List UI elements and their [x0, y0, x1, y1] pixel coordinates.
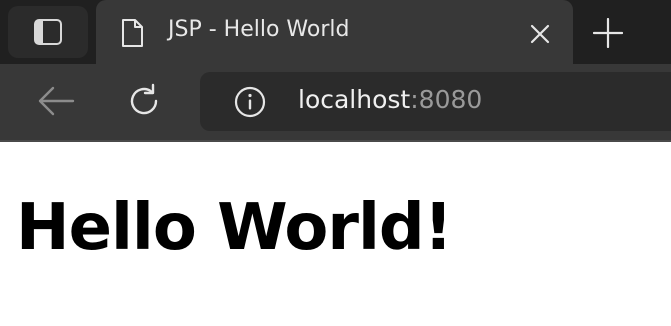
tab-actions-button[interactable] — [8, 6, 88, 58]
url-host: localhost — [298, 85, 411, 114]
page-icon — [122, 19, 143, 47]
new-tab-button[interactable] — [590, 15, 626, 51]
browser-window: JSP - Hello World localhost:8080 Hello W… — [0, 0, 671, 326]
refresh-icon — [130, 83, 158, 115]
tab-title: JSP - Hello World — [168, 17, 350, 42]
info-icon[interactable] — [234, 86, 266, 118]
tab-strip: JSP - Hello World — [0, 0, 671, 64]
tab-close-button[interactable] — [526, 20, 554, 48]
address-bar[interactable]: localhost:8080 — [200, 72, 671, 131]
page-heading: Hello World! — [16, 191, 453, 265]
refresh-button[interactable] — [122, 79, 166, 123]
tab-actions-icon — [34, 19, 62, 45]
close-icon — [530, 24, 550, 44]
back-button[interactable] — [34, 79, 78, 123]
active-tab[interactable]: JSP - Hello World — [96, 0, 573, 64]
url-port: :8080 — [410, 85, 483, 114]
toolbar: localhost:8080 — [0, 64, 671, 140]
url-text[interactable]: localhost:8080 — [298, 85, 482, 114]
page-content: Hello World! — [0, 142, 671, 326]
plus-icon — [593, 18, 623, 48]
back-arrow-icon — [38, 86, 75, 116]
